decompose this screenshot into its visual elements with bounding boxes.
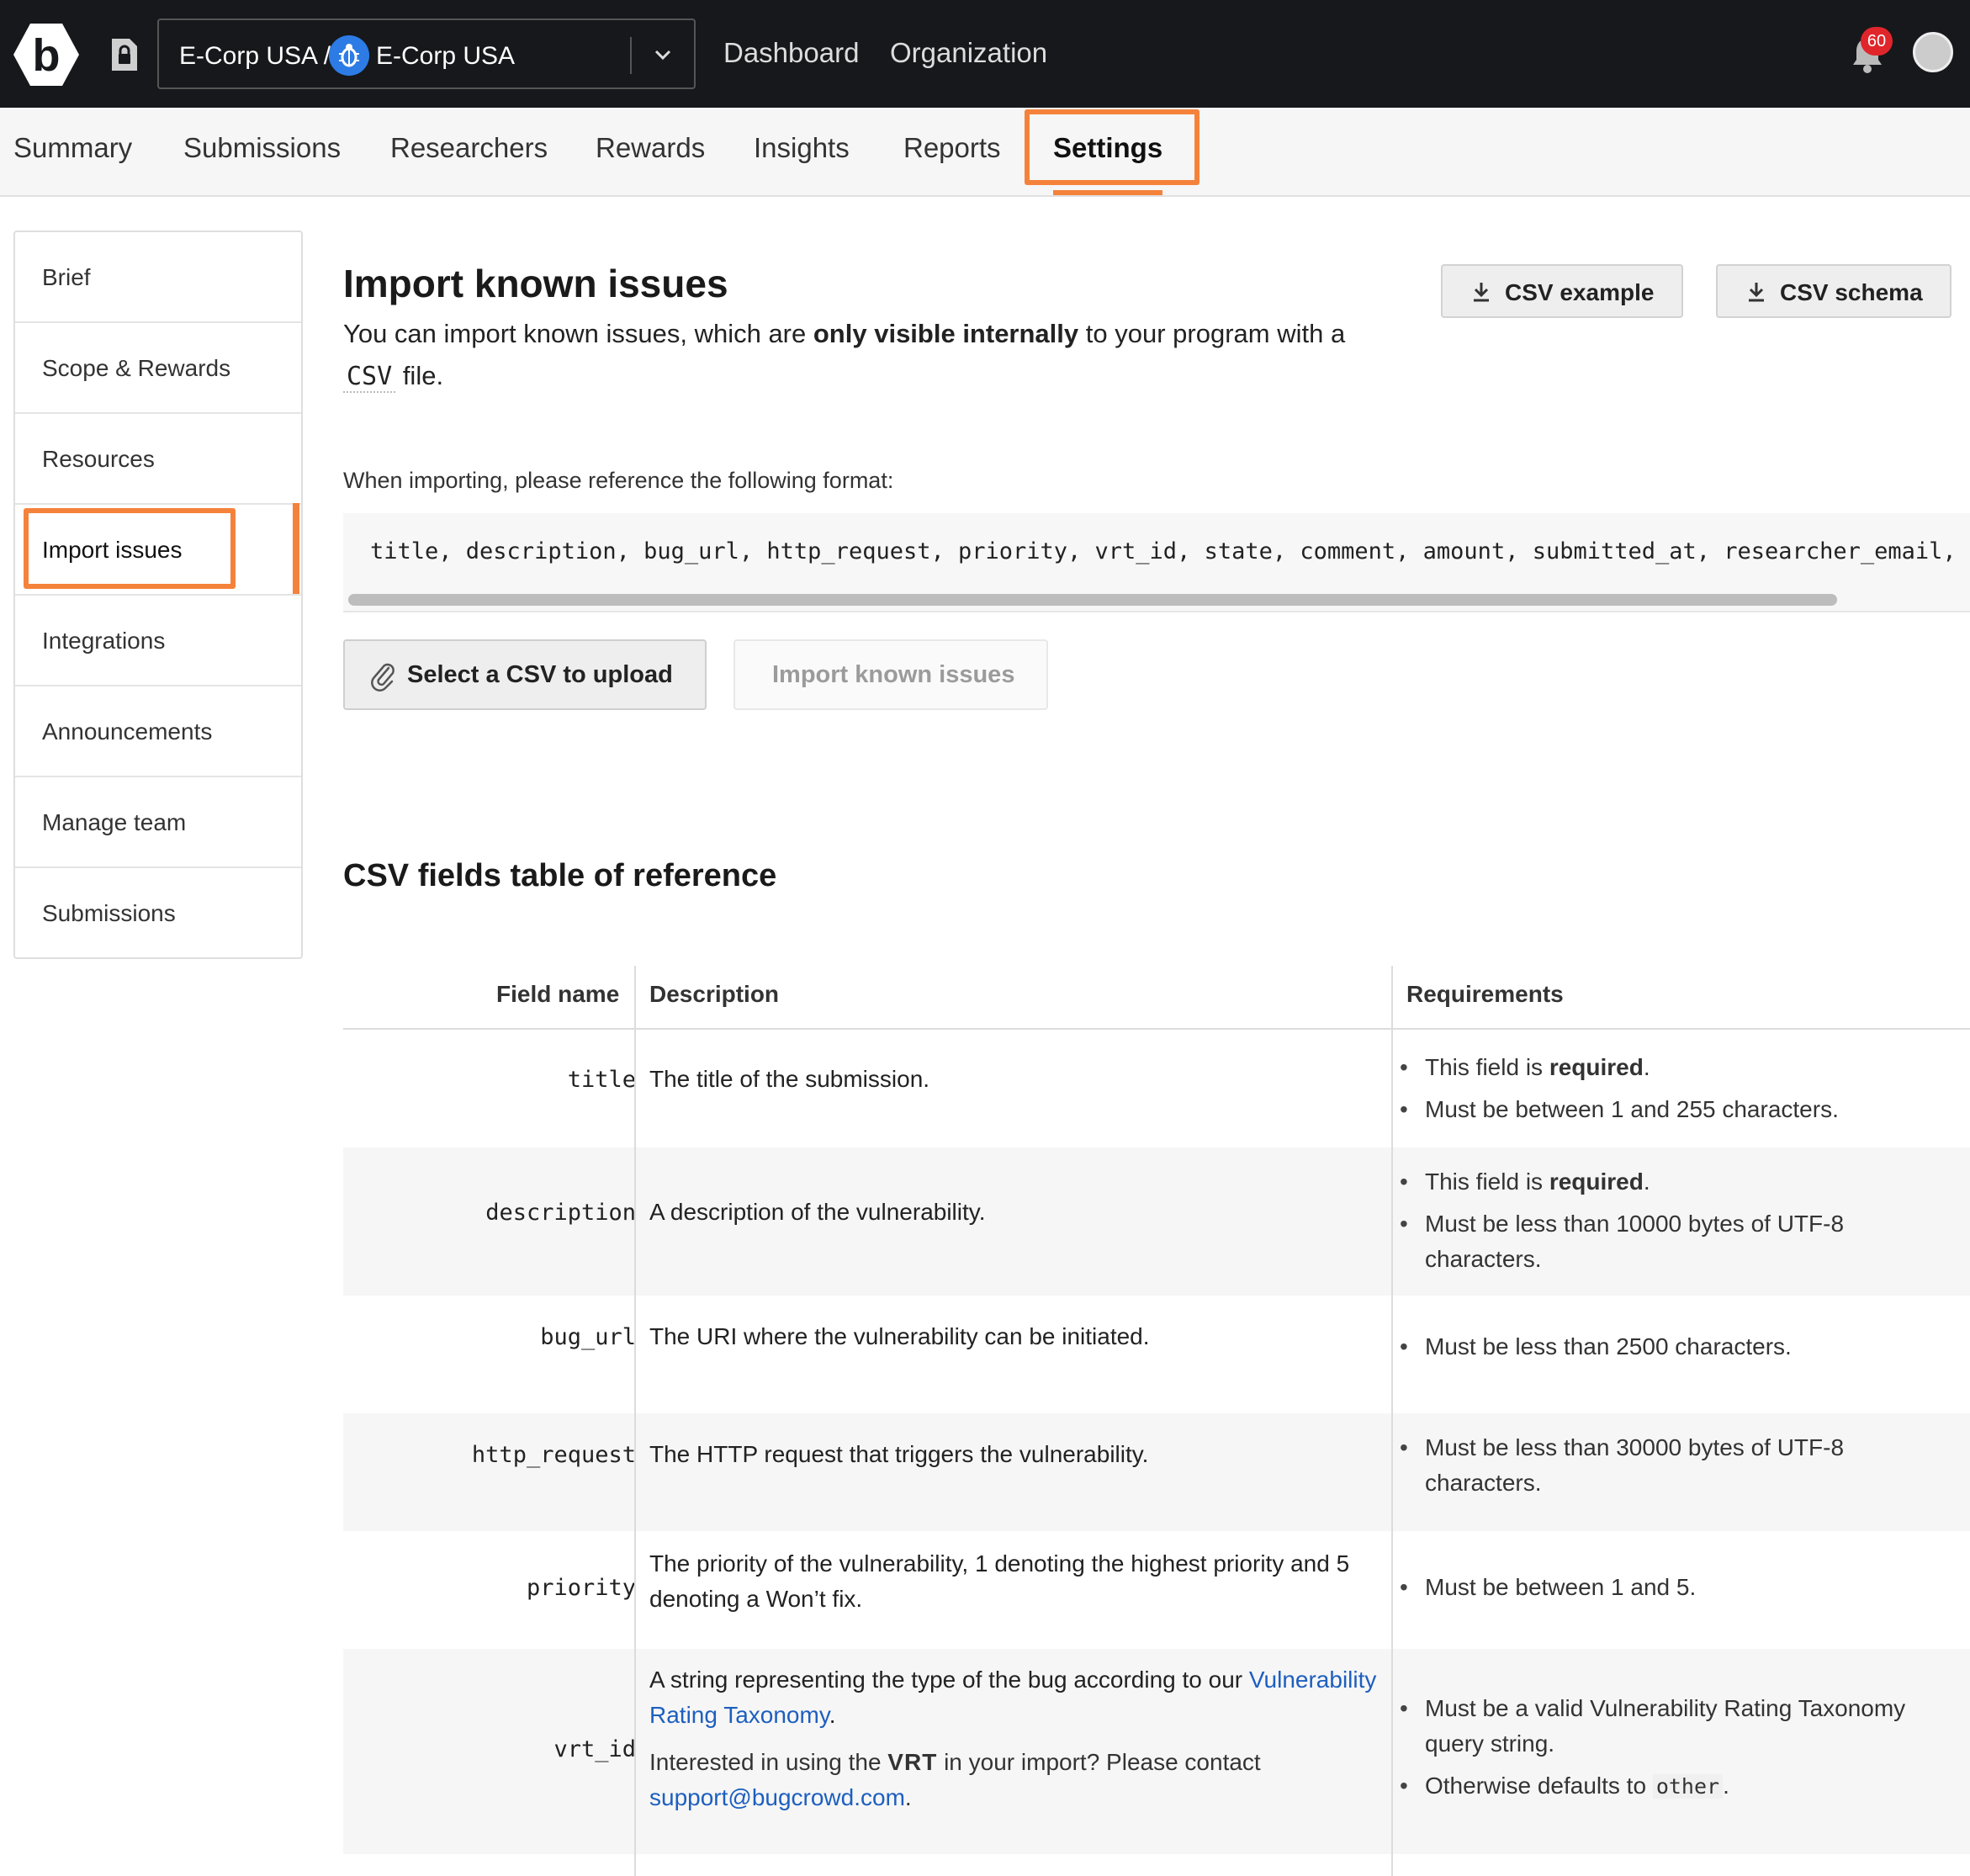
table-row: description A description of the vulnera… [343, 1147, 1970, 1296]
bugcrowd-logo-icon[interactable]: b [12, 20, 81, 89]
field-name: priority [526, 1575, 636, 1601]
sidebar-item-label: Brief [42, 264, 91, 290]
org-name: E-Corp USA [376, 42, 516, 70]
field-description: The title of the submission. [649, 1066, 930, 1092]
field-name: bug_url [540, 1324, 636, 1350]
sidebar-item-label: Integrations [42, 628, 166, 654]
column-divider [634, 966, 636, 1876]
sidebar-item-label: Scope & Rewards [42, 355, 231, 381]
vrt-logo: VRT [887, 1749, 938, 1775]
tab-rewards[interactable]: Rewards [596, 126, 705, 170]
sidebar-item-integrations[interactable]: Integrations [15, 596, 301, 686]
select-csv-button[interactable]: Select a CSV to upload [343, 639, 707, 710]
requirement-item: This field is required. [1400, 1164, 1938, 1200]
csv-example-button[interactable]: CSV example [1441, 264, 1683, 318]
sidebar-item-brief[interactable]: Brief [15, 232, 301, 323]
chevron-down-icon[interactable] [650, 42, 675, 67]
tab-insights[interactable]: Insights [754, 126, 850, 170]
header-description: Description [649, 981, 780, 1007]
horizontal-scrollbar[interactable] [348, 594, 1837, 606]
field-description: The URI where the vulnerability can be i… [649, 1323, 1150, 1349]
csv-schema-button[interactable]: CSV schema [1716, 264, 1951, 318]
nav-dashboard[interactable]: Dashboard [723, 37, 859, 69]
table-row: priority The priority of the vulnerabili… [343, 1531, 1970, 1649]
field-requirements: Must be a valid Vulnerability Rating Tax… [1400, 1691, 1938, 1811]
active-tab-underline [1053, 190, 1162, 195]
sidebar-item-manage-team[interactable]: Manage team [15, 777, 301, 868]
sidebar-item-resources[interactable]: Resources [15, 414, 301, 505]
sidebar-item-scope-rewards[interactable]: Scope & Rewards [15, 323, 301, 414]
column-divider [1391, 966, 1393, 1876]
requirement-item: This field is required. [1400, 1050, 1938, 1085]
table-row: vrt_id A string representing the type of… [343, 1649, 1970, 1854]
org-path: E-Corp USA / [179, 42, 331, 70]
format-code-block[interactable]: title, description, bug_url, http_reques… [343, 513, 1970, 612]
svg-text:b: b [33, 30, 61, 81]
download-icon [1749, 283, 1764, 302]
tab-summary[interactable]: Summary [13, 126, 132, 170]
lock-document-icon[interactable] [109, 37, 140, 72]
nav-organization[interactable]: Organization [890, 37, 1047, 69]
settings-tab-highlight [1025, 109, 1199, 185]
sidebar-item-announcements[interactable]: Announcements [15, 686, 301, 777]
field-description: The priority of the vulnerability, 1 den… [649, 1550, 1350, 1612]
table-row: title The title of the submission. This … [343, 1030, 1970, 1147]
field-requirements: Must be between 1 and 5. [1400, 1570, 1938, 1612]
sidebar-active-indicator [293, 503, 299, 594]
table-row: bug_url The URI where the vulnerability … [343, 1296, 1970, 1413]
field-name: vrt_id [553, 1736, 636, 1762]
requirement-item: Must be less than 2500 characters. [1400, 1329, 1938, 1365]
paperclip-icon [371, 663, 395, 692]
field-requirements: Must be less than 30000 bytes of UTF-8 c… [1400, 1430, 1938, 1508]
field-description: The HTTP request that triggers the vulne… [649, 1441, 1149, 1467]
sidebar-item-submissions[interactable]: Submissions [15, 868, 301, 959]
tab-researchers[interactable]: Researchers [390, 126, 548, 170]
settings-sidebar: Brief Scope & Rewards Resources Import i… [13, 231, 303, 959]
select-divider [630, 37, 632, 74]
notification-badge: 60 [1861, 27, 1893, 56]
field-description: A description of the vulnerability. [649, 1199, 986, 1225]
sidebar-item-label: Resources [42, 446, 155, 472]
field-requirements: This field is required. Must be less tha… [1400, 1164, 1938, 1284]
requirement-item: Otherwise defaults to other. [1400, 1768, 1938, 1804]
top-navbar: b E-Corp USA / E-Corp USA Dashboard Orga… [0, 0, 1970, 108]
header-field-name: Field name [496, 981, 620, 1007]
requirement-item: Must be less than 10000 bytes of UTF-8 c… [1400, 1206, 1938, 1277]
field-name: title [567, 1067, 636, 1093]
field-name: http_request [471, 1442, 636, 1468]
format-code: title, description, bug_url, http_reques… [370, 538, 1970, 564]
download-icon [1474, 283, 1489, 302]
field-requirements: This field is required. Must be between … [1400, 1050, 1938, 1134]
sidebar-item-label: Submissions [42, 900, 176, 926]
field-requirements: Must be less than 2500 characters. [1400, 1329, 1938, 1371]
page-title: Import known issues [343, 262, 728, 305]
program-tabs: Summary Submissions Researchers Rewards … [0, 108, 1970, 197]
sidebar-item-label: Announcements [42, 718, 213, 745]
import-known-issues-button[interactable]: Import known issues [733, 639, 1048, 710]
header-requirements: Requirements [1406, 981, 1564, 1007]
table-title: CSV fields table of reference [343, 858, 777, 893]
sidebar-item-label: Manage team [42, 809, 187, 835]
csv-fields-table: Field name Description Requirements titl… [343, 966, 1970, 1876]
format-label: When importing, please reference the fol… [343, 468, 894, 493]
support-email-link[interactable]: support@bugcrowd.com [649, 1784, 905, 1810]
intro-text: You can import known issues, which are o… [343, 319, 1346, 393]
requirement-item: Must be a valid Vulnerability Rating Tax… [1400, 1691, 1938, 1762]
bug-icon [329, 35, 369, 76]
tab-submissions[interactable]: Submissions [183, 126, 341, 170]
organization-selector[interactable]: E-Corp USA / E-Corp USA [157, 19, 696, 89]
requirement-item: Must be between 1 and 5. [1400, 1570, 1938, 1605]
avatar[interactable] [1913, 32, 1953, 72]
import-issues-highlight [24, 508, 236, 589]
requirement-item: Must be between 1 and 255 characters. [1400, 1092, 1938, 1127]
field-name: description [485, 1200, 636, 1226]
table-row: http_request The HTTP request that trigg… [343, 1413, 1970, 1531]
field-description: A string representing the type of the bu… [649, 1667, 1377, 1810]
requirement-item: Must be less than 30000 bytes of UTF-8 c… [1400, 1430, 1938, 1501]
tab-reports[interactable]: Reports [903, 126, 1001, 170]
